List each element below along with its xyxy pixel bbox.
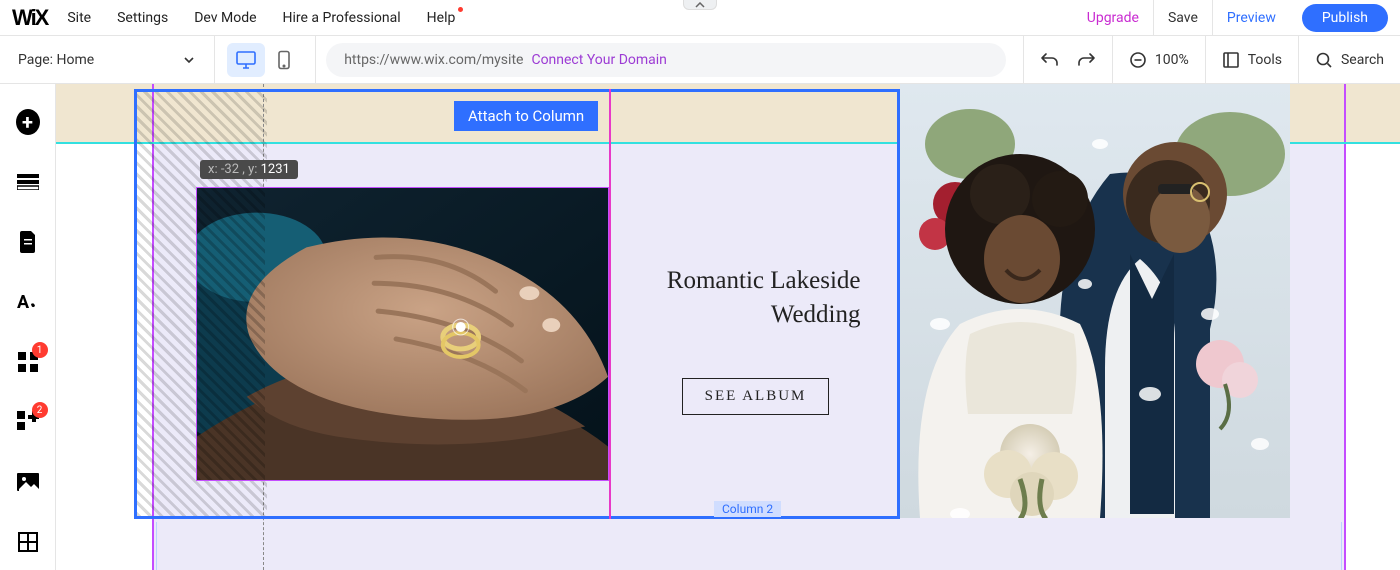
desktop-view-button[interactable]	[227, 43, 265, 77]
undo-icon	[1040, 51, 1060, 69]
divider	[315, 36, 316, 84]
left-tool-rail: + A 1 2	[0, 84, 56, 570]
desktop-icon	[235, 50, 257, 70]
menu-settings[interactable]: Settings	[117, 10, 168, 26]
connect-domain-link[interactable]: Connect Your Domain	[531, 52, 666, 68]
topbar-collapse-handle[interactable]	[683, 0, 717, 10]
search-icon	[1315, 51, 1333, 69]
chevron-down-icon	[182, 53, 196, 67]
page-guide-right	[1344, 84, 1346, 570]
search-label: Search	[1341, 52, 1384, 68]
save-button[interactable]: Save	[1153, 0, 1212, 36]
upgrade-link[interactable]: Upgrade	[1073, 0, 1153, 36]
zoom-out-icon	[1129, 51, 1147, 69]
plus-icon: +	[16, 109, 40, 135]
editor-canvas[interactable]: Romantic Lakeside Wedding SEE ALBUM	[56, 84, 1400, 570]
search-button[interactable]: Search	[1298, 36, 1400, 84]
apps-badge: 1	[32, 342, 48, 358]
tools-icon	[1222, 51, 1240, 69]
couple-photo	[900, 84, 1290, 518]
my-business-button[interactable]: 2	[16, 410, 40, 434]
section-icon	[17, 174, 39, 190]
redo-icon	[1076, 51, 1096, 69]
image-icon	[17, 473, 39, 491]
theme-icon: A	[17, 291, 39, 313]
menu-help[interactable]: Help	[427, 10, 456, 26]
media-button[interactable]	[16, 470, 40, 494]
svg-text:A: A	[17, 292, 30, 313]
redo-button[interactable]	[1076, 36, 1112, 84]
wix-logo[interactable]: WiX	[12, 5, 47, 31]
app-market-button[interactable]: 1	[16, 350, 40, 374]
coord-x-label: x:	[208, 162, 218, 177]
coord-y-value: 1231	[261, 162, 290, 177]
mobile-icon	[277, 50, 291, 70]
preview-button[interactable]: Preview	[1212, 0, 1290, 36]
device-switcher	[215, 43, 315, 77]
tools-label: Tools	[1248, 52, 1282, 68]
attach-to-column-button[interactable]: Attach to Column	[454, 101, 598, 131]
pages-button[interactable]	[16, 230, 40, 254]
page-icon	[19, 231, 37, 253]
layers-button[interactable]	[16, 530, 40, 554]
menu-site[interactable]: Site	[67, 10, 91, 26]
zoom-control[interactable]: 100%	[1112, 36, 1205, 84]
add-element-button[interactable]: +	[16, 110, 40, 134]
site-url: https://www.wix.com/mysite	[344, 52, 523, 68]
media-overflow-hatch	[197, 188, 265, 480]
coord-y-label: , y:	[242, 162, 257, 177]
publish-button[interactable]: Publish	[1302, 4, 1388, 32]
column-label[interactable]: Column 2	[714, 501, 781, 517]
page-selector[interactable]: Page: Home	[18, 52, 214, 68]
coord-x-value: -32	[221, 162, 239, 177]
theme-button[interactable]: A	[16, 290, 40, 314]
plugins-badge: 2	[32, 402, 48, 418]
sections-button[interactable]	[16, 170, 40, 194]
menu-dev-mode[interactable]: Dev Mode	[194, 10, 256, 26]
mobile-view-button[interactable]	[265, 43, 303, 77]
chevron-up-icon	[695, 2, 705, 8]
snap-guide-vertical	[609, 89, 611, 519]
grid-icon	[18, 532, 38, 552]
dragged-media-element[interactable]	[196, 187, 609, 481]
zoom-value: 100%	[1155, 52, 1189, 68]
page-selector-label: Page: Home	[18, 52, 94, 68]
main-menu: Site Settings Dev Mode Hire a Profession…	[67, 10, 455, 26]
hero-photo-right[interactable]	[900, 84, 1290, 518]
position-tooltip: x: -32 , y: 1231	[200, 160, 298, 179]
menu-hire-pro[interactable]: Hire a Professional	[283, 10, 401, 26]
tools-button[interactable]: Tools	[1205, 36, 1298, 84]
url-bar[interactable]: https://www.wix.com/mysite Connect Your …	[326, 43, 1006, 77]
next-section-outline	[156, 522, 1342, 570]
undo-button[interactable]	[1023, 36, 1076, 84]
